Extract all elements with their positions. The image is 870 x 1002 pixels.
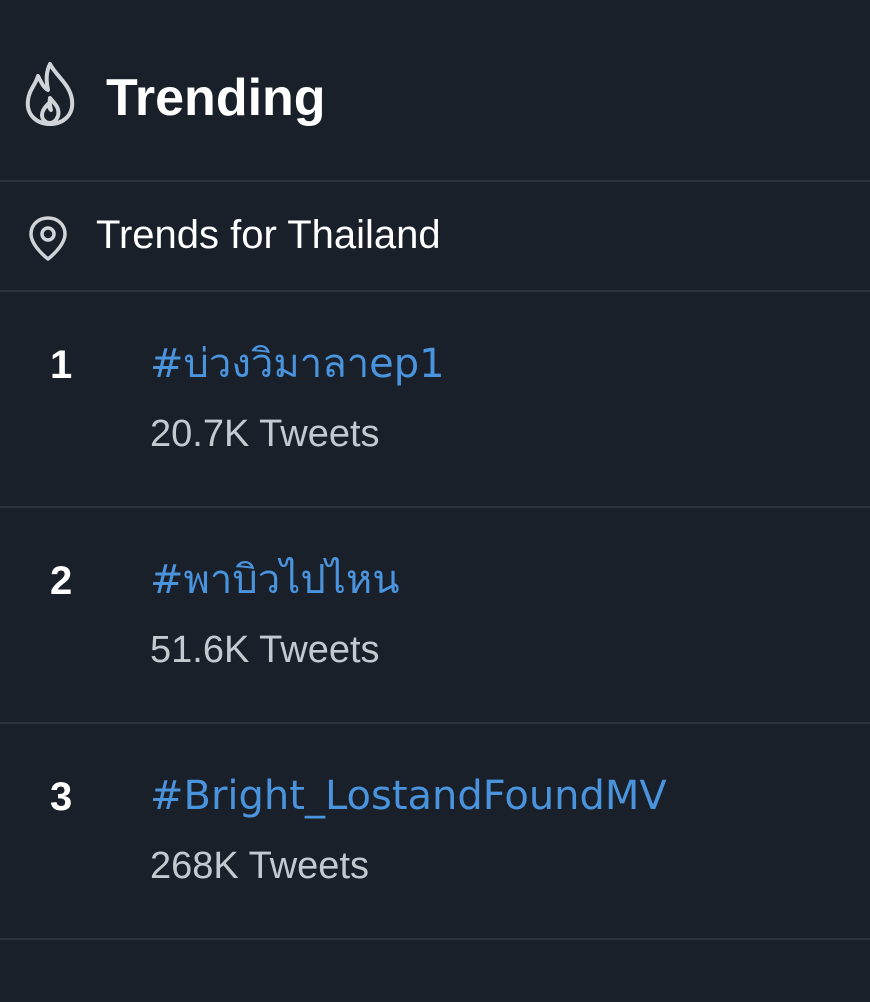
trend-rank: 3 [50,775,73,819]
trend-hashtag-link[interactable]: #พาบิวไปไหน [150,552,400,608]
trend-tweet-count: 20.7K Tweets [150,413,380,455]
location-pin-icon [29,216,67,261]
trend-rank: 1 [50,343,73,387]
trend-item[interactable]: 3 #Bright_LostandFoundMV 268K Tweets [0,724,870,940]
trending-panel: Trending Trends for Thailand 1 #บ่วงวิมา… [0,0,870,1002]
trend-item[interactable]: 1 #บ่วงวิมาลาep1 20.7K Tweets [0,292,870,508]
trend-item[interactable]: 2 #พาบิวไปไหน 51.6K Tweets [0,508,870,724]
trending-header: Trending [0,0,870,182]
flame-icon [25,62,75,126]
trend-tweet-count: 51.6K Tweets [150,629,380,671]
trend-tweet-count: 268K Tweets [150,845,370,887]
trend-hashtag-link[interactable]: #บ่วงวิมาลาep1 [150,336,445,392]
trend-hashtag-link[interactable]: #Bright_LostandFoundMV [150,768,667,824]
trend-rank: 2 [50,559,73,603]
page-title: Trending [106,69,326,127]
trends-location-row[interactable]: Trends for Thailand [0,182,870,292]
location-label: Trends for Thailand [96,213,441,257]
